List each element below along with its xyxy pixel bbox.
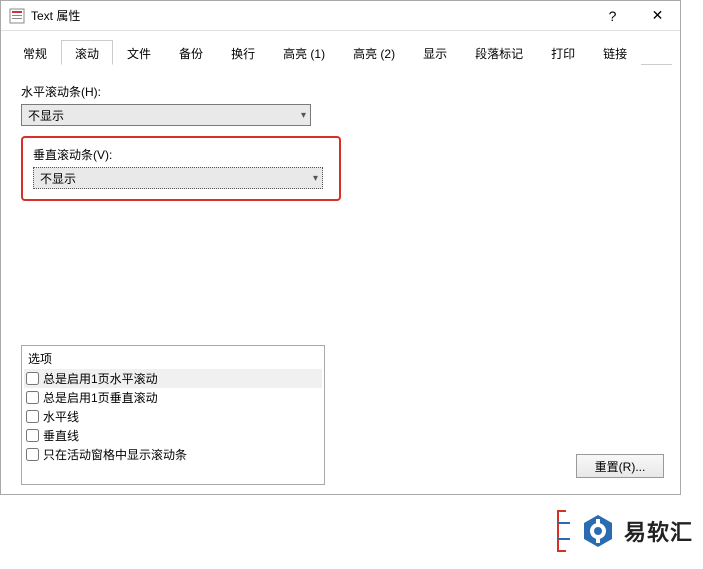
options-header: 选项 [24,348,322,369]
tab-9[interactable]: 打印 [537,40,589,65]
option-row[interactable]: 水平线 [24,407,322,426]
option-label: 总是启用1页水平滚动 [43,370,158,387]
option-label: 水平线 [43,408,79,425]
tab-1[interactable]: 滚动 [61,40,113,65]
option-checkbox[interactable] [26,372,39,385]
option-checkbox[interactable] [26,410,39,423]
tab-2[interactable]: 文件 [113,40,165,65]
chevron-down-icon: ▾ [301,110,306,121]
app-icon [9,8,25,24]
option-row[interactable]: 垂直线 [24,426,322,445]
option-row[interactable]: 只在活动窗格中显示滚动条 [24,445,322,464]
tab-5[interactable]: 高亮 (1) [269,40,339,65]
watermark-text: 易软汇 [624,515,693,547]
chevron-down-icon: ▾ [313,173,318,184]
vscroll-field-highlight: 垂直滚动条(V): 不显示 ▾ [21,136,341,201]
tab-content: 水平滚动条(H): 不显示 ▾ 垂直滚动条(V): 不显示 ▾ 选项 总是启用1… [1,65,680,494]
hscroll-field: 水平滚动条(H): 不显示 ▾ [21,83,660,126]
close-button[interactable]: ✕ [635,1,680,30]
option-checkbox[interactable] [26,429,39,442]
hscroll-value: 不显示 [28,107,301,124]
watermark: 易软汇 [552,509,693,553]
help-button[interactable]: ? [590,1,635,30]
option-checkbox[interactable] [26,391,39,404]
watermark-bracket-icon [552,509,572,553]
watermark-logo-icon [580,513,616,549]
tab-7[interactable]: 显示 [409,40,461,65]
option-row[interactable]: 总是启用1页水平滚动 [24,369,322,388]
tab-10[interactable]: 链接 [589,40,641,65]
options-list: 选项 总是启用1页水平滚动总是启用1页垂直滚动水平线垂直线只在活动窗格中显示滚动… [21,345,325,485]
window-title: Text 属性 [31,7,590,24]
titlebar: Text 属性 ? ✕ [1,1,680,31]
options-items: 总是启用1页水平滚动总是启用1页垂直滚动水平线垂直线只在活动窗格中显示滚动条 [24,369,322,464]
vscroll-label: 垂直滚动条(V): [33,146,329,163]
option-checkbox[interactable] [26,448,39,461]
option-label: 总是启用1页垂直滚动 [43,389,158,406]
vscroll-dropdown[interactable]: 不显示 ▾ [33,167,323,189]
properties-dialog: Text 属性 ? ✕ 常规滚动文件备份换行高亮 (1)高亮 (2)显示段落标记… [0,0,681,495]
tab-3[interactable]: 备份 [165,40,217,65]
option-label: 只在活动窗格中显示滚动条 [43,446,187,463]
tab-6[interactable]: 高亮 (2) [339,40,409,65]
tab-0[interactable]: 常规 [9,40,61,65]
option-label: 垂直线 [43,427,79,444]
tab-4[interactable]: 换行 [217,40,269,65]
vscroll-value: 不显示 [40,170,313,187]
hscroll-label: 水平滚动条(H): [21,83,660,100]
option-row[interactable]: 总是启用1页垂直滚动 [24,388,322,407]
hscroll-dropdown[interactable]: 不显示 ▾ [21,104,311,126]
tab-8[interactable]: 段落标记 [461,40,537,65]
dialog-footer: 重置(R)... [576,454,664,478]
tab-bar: 常规滚动文件备份换行高亮 (1)高亮 (2)显示段落标记打印链接 [9,39,672,65]
reset-button[interactable]: 重置(R)... [576,454,664,478]
